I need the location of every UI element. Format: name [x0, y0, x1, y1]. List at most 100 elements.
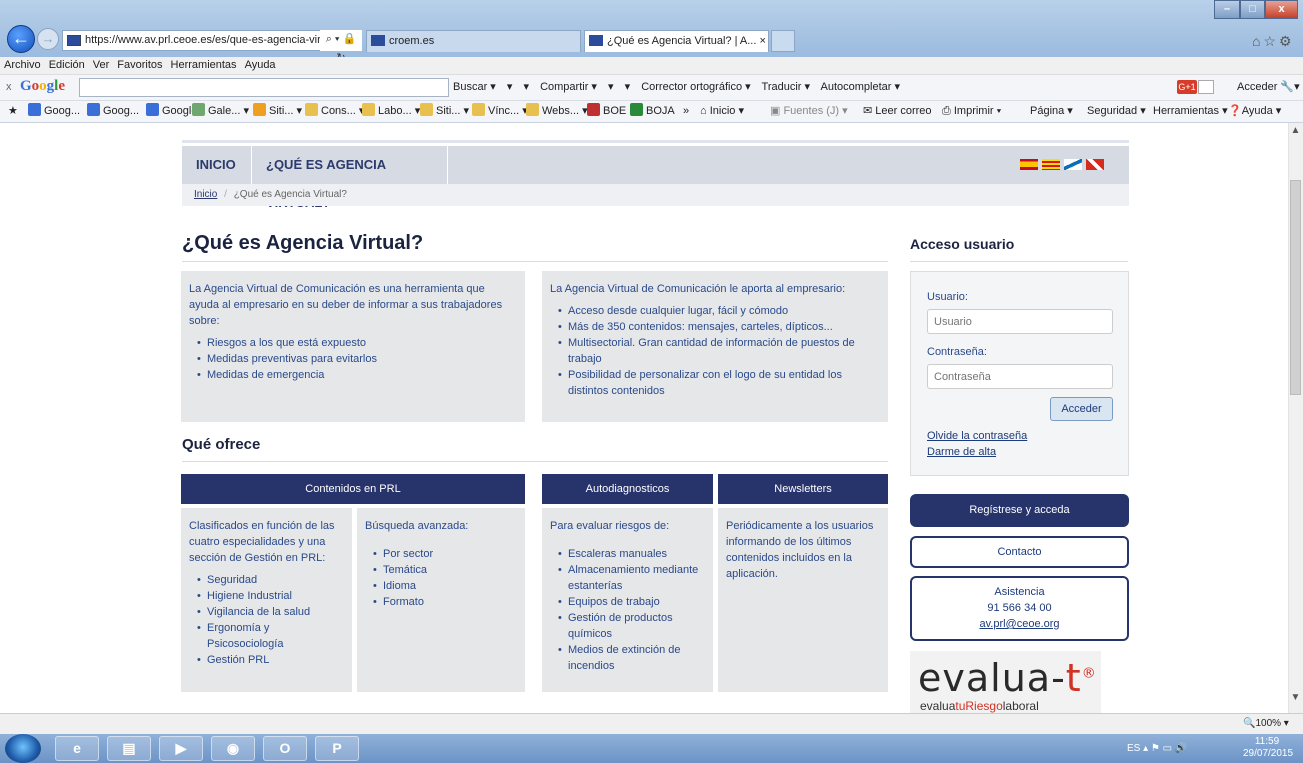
catalonia-flag-icon[interactable]: [1042, 159, 1060, 170]
register-button[interactable]: Regístrese y acceda: [910, 494, 1129, 527]
cmd-leer-correo[interactable]: ✉ Leer correo: [863, 101, 932, 122]
benefits-list: Acceso desde cualquier lugar, fácil y có…: [550, 303, 880, 399]
favorite-item[interactable]: Gale... ▾: [192, 101, 249, 122]
chrome-taskbar-icon[interactable]: ◉: [211, 736, 255, 761]
cmd-seguridad[interactable]: Seguridad ▾: [1087, 101, 1146, 122]
forgot-password-link[interactable]: Olvide la contraseña: [927, 430, 1027, 442]
back-arrow-icon[interactable]: ←: [7, 25, 35, 53]
tab-croem[interactable]: croem.es: [366, 30, 581, 52]
cmd-inicio[interactable]: ⌂ Inicio ▾: [700, 101, 744, 122]
favorite-item[interactable]: Webs... ▾: [526, 101, 588, 122]
tool-dropdown-3[interactable]: ▾: [608, 81, 614, 93]
compartir-button[interactable]: Compartir ▾: [540, 81, 597, 93]
breadcrumb-home-link[interactable]: Inicio: [194, 189, 217, 200]
home-star-gear-icons[interactable]: ⌂☆⚙: [1252, 33, 1295, 50]
login-title: Acceso usuario: [910, 236, 1128, 262]
menu-herramientas[interactable]: Herramientas: [171, 57, 237, 74]
tray-icons[interactable]: ▴ ⚑ ▭ 🔊: [1143, 743, 1187, 754]
toggle-icon[interactable]: [1198, 80, 1214, 94]
favicon-icon: [146, 103, 159, 116]
google-search-input[interactable]: [79, 78, 449, 97]
more-favorites-icon[interactable]: »: [683, 101, 689, 122]
favorite-item[interactable]: Google: [146, 101, 197, 122]
clock[interactable]: 11:59 29/07/2015: [1243, 736, 1293, 760]
register-link[interactable]: Darme de alta: [927, 446, 996, 458]
list-item: Medidas preventivas para evitarlos: [189, 351, 517, 367]
tab-agencia-virtual[interactable]: ¿Qué es Agencia Virtual? | A... ×: [584, 30, 769, 52]
favorite-item[interactable]: BOE: [587, 101, 626, 122]
acceder-link[interactable]: Acceder 🔧▾: [1237, 75, 1300, 99]
menu-archivo[interactable]: Archivo: [4, 57, 41, 74]
favorite-item[interactable]: Goog...: [87, 101, 139, 122]
evaluat-logo-subtitle: evaluatuRiesgolaboral: [920, 699, 1039, 713]
corrector-button[interactable]: Corrector ortográfico ▾: [641, 81, 750, 93]
favorite-item[interactable]: Goog...: [28, 101, 80, 122]
close-window-button[interactable]: x: [1265, 0, 1298, 19]
buscar-button[interactable]: Buscar ▾: [453, 81, 496, 93]
printer-icon: ⎙: [942, 105, 954, 117]
new-tab-button[interactable]: [771, 30, 795, 52]
list-item: Almacenamiento mediante estanterías: [550, 562, 705, 594]
user-input[interactable]: [927, 309, 1113, 334]
favicon-icon: [587, 103, 600, 116]
menu-favoritos[interactable]: Favoritos: [117, 57, 162, 74]
favorite-label: Labo... ▾: [378, 105, 421, 117]
maximize-button[interactable]: □: [1240, 0, 1265, 19]
favorite-item[interactable]: BOJA: [630, 101, 675, 122]
favorites-star-icon[interactable]: ★: [8, 101, 18, 122]
zoom-control[interactable]: 🔍100% ▾: [1243, 714, 1289, 734]
close-toolbar-icon[interactable]: x: [6, 75, 12, 99]
ie-taskbar-icon[interactable]: e: [55, 736, 99, 761]
media-taskbar-icon[interactable]: ▶: [159, 736, 203, 761]
nav-inicio[interactable]: INICIO: [182, 146, 252, 184]
scroll-up-icon[interactable]: ▲: [1288, 123, 1303, 138]
minimize-button[interactable]: –: [1214, 0, 1240, 19]
gplus-button[interactable]: G+1: [1177, 80, 1197, 94]
tool-dropdown-2[interactable]: ▾: [523, 81, 529, 93]
password-input[interactable]: [927, 364, 1113, 389]
list-item: Equipos de trabajo: [550, 594, 705, 610]
nav-que-es[interactable]: ¿QUÉ ES AGENCIA VIRTUAL?: [252, 146, 448, 210]
publisher-taskbar-icon[interactable]: P: [315, 736, 359, 761]
outlook-taskbar-icon[interactable]: O: [263, 736, 307, 761]
favorite-item[interactable]: Siti... ▾: [253, 101, 302, 122]
tab-label: croem.es: [389, 35, 435, 47]
login-button[interactable]: Acceder: [1050, 397, 1113, 421]
language-indicator[interactable]: ES: [1127, 743, 1140, 754]
cmd-imprimir[interactable]: ⎙ Imprimir ▾: [942, 101, 1001, 122]
basque-flag-icon[interactable]: [1086, 159, 1104, 170]
favorite-item[interactable]: Vínc... ▾: [472, 101, 528, 122]
scroll-down-icon[interactable]: ▼: [1288, 690, 1303, 705]
forward-arrow-icon[interactable]: →: [37, 28, 59, 50]
address-controls[interactable]: ⌕ ▾ 🔒 ↻: [320, 30, 362, 64]
assist-email-link[interactable]: av.prl@ceoe.org: [912, 616, 1127, 632]
risk-list: Riesgos a los que está expuesto Medidas …: [189, 335, 517, 383]
explorer-taskbar-icon[interactable]: ▤: [107, 736, 151, 761]
galicia-flag-icon[interactable]: [1064, 159, 1082, 170]
address-bar[interactable]: https://www.av.prl.ceoe.es/es/que-es-age…: [62, 30, 362, 51]
favorite-item[interactable]: Cons... ▾: [305, 101, 364, 122]
cmd-pagina[interactable]: Página ▾: [1030, 101, 1073, 122]
tool-dropdown-1[interactable]: ▾: [507, 81, 513, 93]
cmd-herramientas[interactable]: Herramientas ▾: [1153, 101, 1228, 122]
close-tab-icon[interactable]: ×: [759, 35, 765, 47]
favorites-bar: ★ Goog... Goog... Google Gale... ▾ Siti.…: [0, 101, 1303, 123]
menu-ayuda[interactable]: Ayuda: [245, 57, 276, 74]
spain-flag-icon[interactable]: [1020, 159, 1038, 170]
cmd-ayuda[interactable]: ❓Ayuda ▾: [1228, 101, 1281, 122]
scroll-thumb[interactable]: [1290, 180, 1301, 395]
favorite-item[interactable]: Labo... ▾: [362, 101, 420, 122]
menu-ver[interactable]: Ver: [93, 57, 110, 74]
start-button[interactable]: [5, 734, 41, 763]
favorite-label: Cons... ▾: [321, 105, 365, 117]
contact-button[interactable]: Contacto: [910, 536, 1129, 568]
favorite-item[interactable]: Siti... ▾: [420, 101, 469, 122]
cmd-fuentes[interactable]: ▣ Fuentes (J) ▾: [770, 101, 848, 122]
menu-edicion[interactable]: Edición: [49, 57, 85, 74]
tool-dropdown-4[interactable]: ▾: [625, 81, 631, 93]
traducir-button[interactable]: Traducir ▾: [762, 81, 811, 93]
autocompletar-button[interactable]: Autocompletar ▾: [820, 81, 900, 93]
wrench-icon[interactable]: 🔧▾: [1280, 81, 1299, 93]
list-item: Vigilancia de la salud: [189, 604, 344, 620]
site-favicon-icon: [67, 35, 81, 46]
